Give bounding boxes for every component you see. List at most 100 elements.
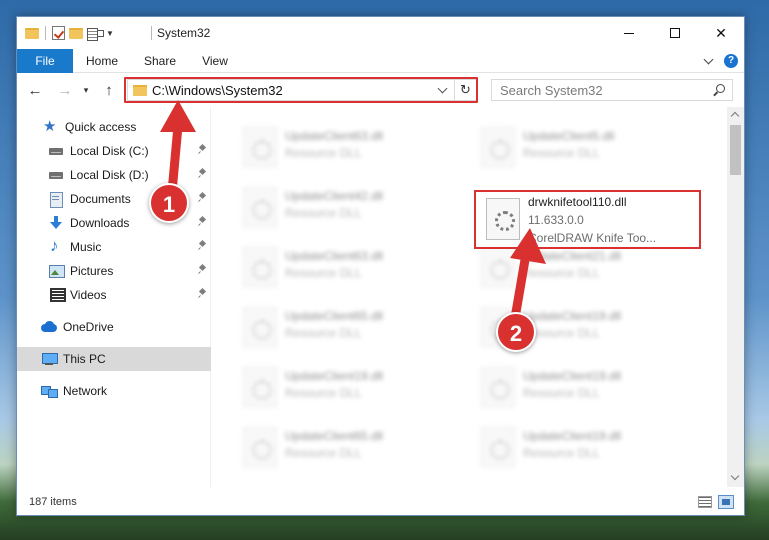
file-list: UpdateClient63.dll Resource DLL UpdateCl… (213, 107, 727, 487)
pin-icon[interactable] (199, 289, 205, 298)
customize-toolbar-dropdown-icon[interactable]: ▼ (106, 29, 114, 38)
details-view-icon[interactable] (698, 496, 712, 508)
file-item[interactable]: UpdateClient65.dll Resource DLL (213, 417, 443, 475)
large-icons-view-icon[interactable] (718, 495, 734, 509)
file-item[interactable]: UpdateClient19.dll Resource DLL (451, 297, 681, 355)
sidebar-item-videos[interactable]: Videos (17, 283, 211, 307)
file-name: UpdateClient5.dll (523, 129, 615, 143)
scroll-up-icon[interactable] (730, 111, 740, 121)
pin-icon[interactable] (199, 169, 205, 178)
file-item[interactable]: UpdateClient63.dll Resource DLL (213, 237, 443, 295)
search-icon[interactable] (716, 84, 725, 93)
refresh-icon[interactable]: ↻ (454, 80, 476, 100)
ribbon: File Home Share View ? (17, 49, 744, 73)
dll-file-icon (481, 427, 515, 467)
file-name: UpdateClient21.dll (523, 249, 622, 263)
sidebar-item-label: Pictures (70, 264, 114, 278)
pin-icon[interactable] (199, 265, 205, 274)
file-item[interactable]: UpdateClient19.dll Resource DLL (213, 357, 443, 415)
file-name: UpdateClient19.dll (523, 369, 622, 383)
search-input[interactable]: Search System32 (491, 79, 733, 101)
file-item[interactable]: UpdateClient63.dll Resource DLL (213, 117, 443, 175)
sidebar-item-label: Videos (70, 288, 107, 302)
file-item[interactable]: UpdateClient5.dll Resource DLL (451, 117, 681, 175)
minimize-button[interactable] (606, 17, 652, 49)
explorer-window: ▼ System32 ✕ File Home Share View ? ← → … (16, 16, 745, 516)
vertical-scrollbar[interactable] (727, 107, 744, 487)
maximize-button[interactable] (652, 17, 698, 49)
file-type: Resource DLL (523, 146, 600, 160)
file-item[interactable]: UpdateClient19.dll Resource DLL (451, 417, 681, 475)
close-button[interactable]: ✕ (698, 17, 744, 49)
documents-icon (48, 192, 64, 208)
ribbon-controls: ? (703, 54, 738, 68)
file-item[interactable]: UpdateClient19.dll Resource DLL (451, 357, 681, 415)
file-name: UpdateClient63.dll (285, 129, 384, 143)
properties-icon[interactable] (87, 27, 104, 41)
file-type: Resource DLL (285, 386, 362, 400)
sidebar-item-label: Local Disk (D:) (70, 168, 149, 182)
file-type: Resource DLL (285, 266, 362, 280)
pin-icon[interactable] (199, 217, 205, 226)
sidebar-item-label: Quick access (65, 120, 137, 134)
downloads-icon (48, 216, 64, 230)
scroll-down-icon[interactable] (730, 471, 740, 481)
separator (151, 26, 152, 40)
disk-icon (48, 168, 64, 182)
tab-home[interactable]: Home (75, 49, 129, 73)
sidebar-item-pictures[interactable]: Pictures (17, 259, 211, 283)
new-folder-icon[interactable] (69, 27, 83, 39)
address-bar[interactable]: C:\Windows\System32 ↻ (127, 79, 477, 101)
status-bar: 187 items (17, 491, 744, 515)
recent-locations-dropdown-icon[interactable]: ▾ (79, 80, 93, 100)
properties-check-icon[interactable] (52, 26, 65, 40)
sidebar-item-local-disk-c[interactable]: Local Disk (C:) (17, 139, 211, 163)
star-icon (43, 117, 59, 135)
quick-access-toolbar: ▼ (25, 25, 114, 41)
expand-ribbon-chevron-icon[interactable] (703, 54, 714, 65)
sidebar-item-this-pc[interactable]: This PC (17, 347, 211, 371)
videos-icon (48, 288, 66, 302)
annotation-marker-2: 2 (496, 312, 536, 352)
file-type: Resource DLL (285, 146, 362, 160)
file-name: UpdateClient65.dll (285, 309, 384, 323)
sidebar-item-label: Documents (70, 192, 131, 206)
dll-file-icon (243, 427, 277, 467)
forward-arrow-icon[interactable]: → (55, 80, 75, 100)
file-item[interactable]: UpdateClient42.dll Resource DLL (213, 177, 443, 235)
sidebar-item-quick-access[interactable]: Quick access (17, 115, 211, 139)
file-type: Resource DLL (523, 386, 600, 400)
annotation-marker-1: 1 (149, 183, 189, 223)
dll-file-icon (243, 367, 277, 407)
file-name: UpdateClient19.dll (523, 429, 622, 443)
file-name: UpdateClient19.dll (523, 309, 622, 323)
sidebar-item-local-disk-d[interactable]: Local Disk (D:) (17, 163, 211, 187)
address-dropdown-icon[interactable] (437, 83, 448, 94)
dll-file-icon (243, 187, 277, 227)
tab-view[interactable]: View (191, 49, 239, 73)
tab-file[interactable]: File (17, 49, 73, 73)
scrollbar-thumb[interactable] (730, 125, 741, 175)
address-path[interactable]: C:\Windows\System32 (152, 83, 283, 98)
music-icon (48, 236, 64, 256)
sidebar-item-label: Music (70, 240, 102, 254)
back-arrow-icon[interactable]: ← (25, 80, 45, 100)
disk-icon (48, 144, 64, 158)
up-arrow-icon[interactable]: ↑ (99, 80, 119, 100)
dll-file-icon (243, 127, 277, 167)
pin-icon[interactable] (199, 193, 205, 202)
tab-share[interactable]: Share (135, 49, 185, 73)
file-item[interactable]: UpdateClient65.dll Resource DLL (213, 297, 443, 355)
sidebar-item-onedrive[interactable]: OneDrive (17, 315, 211, 339)
sidebar-item-network[interactable]: Network (17, 379, 211, 403)
dll-file-icon (243, 307, 277, 347)
pc-icon (41, 352, 58, 366)
file-name: UpdateClient42.dll (285, 189, 384, 203)
sidebar-item-music[interactable]: Music (17, 235, 211, 259)
sidebar-item-label: This PC (63, 352, 106, 366)
search-placeholder: Search System32 (500, 83, 603, 98)
help-icon[interactable]: ? (724, 54, 738, 68)
file-name: UpdateClient65.dll (285, 429, 384, 443)
pin-icon[interactable] (199, 145, 205, 154)
pin-icon[interactable] (199, 241, 205, 250)
